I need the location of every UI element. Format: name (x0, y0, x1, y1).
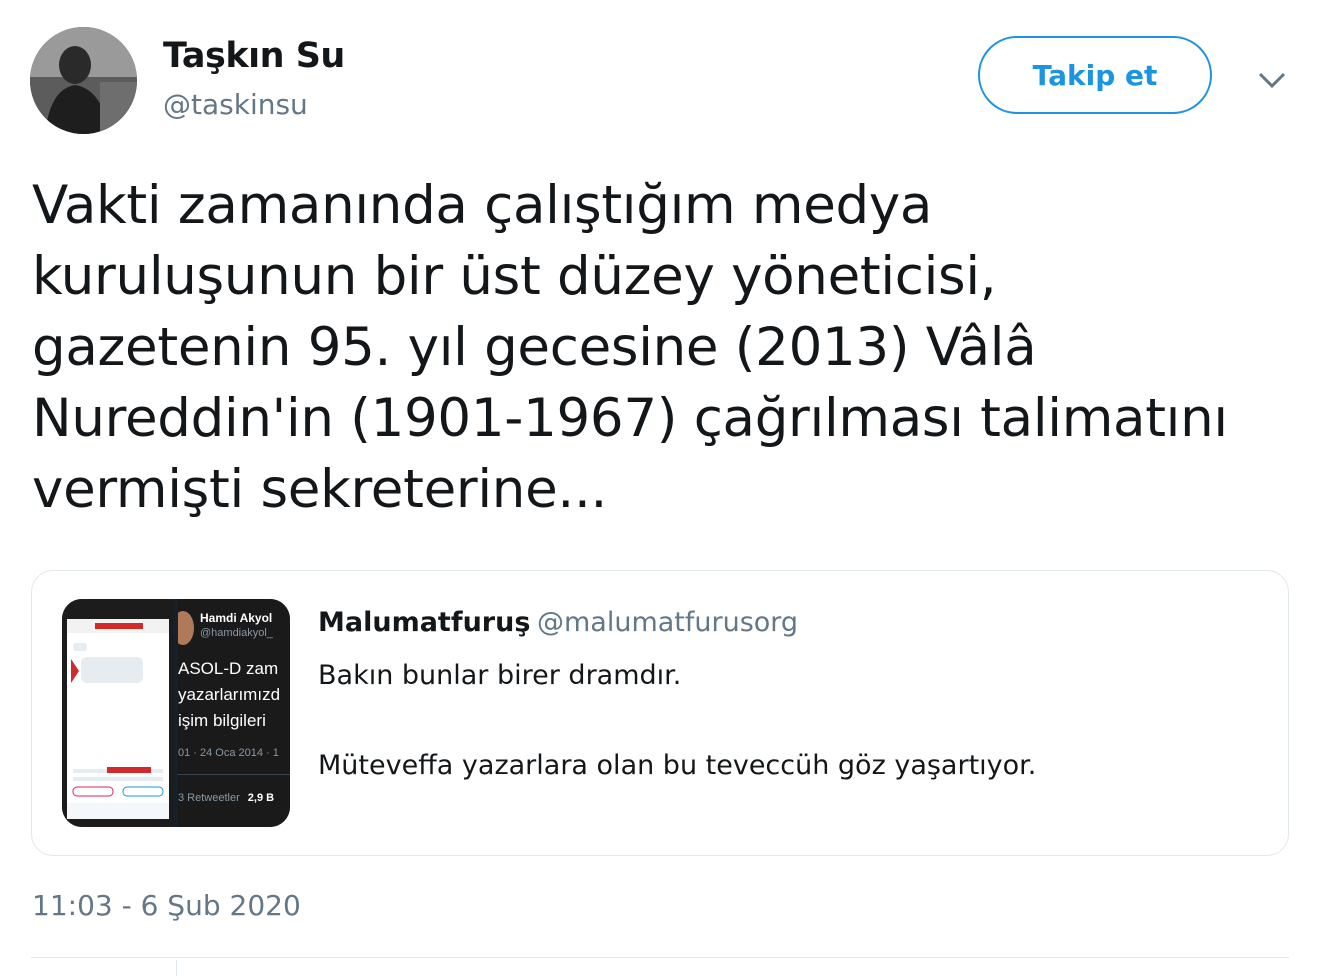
tweet-text-line: vermişti sekreterine... (32, 459, 608, 520)
avatar (178, 611, 194, 645)
media-text-line: yazarlarımızd (178, 685, 281, 704)
author-avatar[interactable] (30, 27, 137, 134)
phone-screenshot (67, 619, 169, 819)
media-text-line: işim bilgileri (178, 711, 266, 730)
chevron-down-icon[interactable] (1256, 68, 1288, 92)
media-meta: 01 · 24 Oca 2014 · 1 (178, 747, 279, 759)
tweet-text-line: kuruluşunun bir üst düzey yöneticisi, (32, 246, 997, 307)
quoted-text-paragraph: Bakın bunlar birer dramdır. (318, 660, 682, 691)
quoted-tweet-card[interactable]: Hamdi Akyol @hamdiakyol_ ASOL-D zam yaza… (31, 570, 1289, 856)
divider (31, 957, 1289, 958)
tweet-text: Vakti zamanında çalıştığım medya kuruluş… (32, 170, 1297, 525)
media-stats: 3 Retweetler 2,9 B (178, 792, 274, 804)
author-handle[interactable]: @taskinsu (163, 88, 308, 121)
quoted-text-paragraph: Müteveffa yazarlara olan bu teveccüh göz… (318, 750, 1037, 781)
media-screenshot-tweet: Hamdi Akyol @hamdiakyol_ ASOL-D zam yaza… (178, 599, 290, 827)
tweet-text-line: gazetenin 95. yıl gecesine (2013) Vâlâ (32, 317, 1037, 378)
divider (176, 960, 177, 976)
follow-button[interactable]: Takip et (978, 36, 1212, 114)
quoted-author-handle: @malumatfurusorg (537, 607, 799, 638)
tweet-text-line: Nureddin'in (1901-1967) çağrılması talim… (32, 388, 1228, 449)
tweet-text-line: Vakti zamanında çalıştığım medya (32, 175, 933, 236)
quoted-tweet-media[interactable]: Hamdi Akyol @hamdiakyol_ ASOL-D zam yaza… (62, 599, 290, 827)
media-author-handle: @hamdiakyol_ (200, 627, 273, 639)
media-stats-value: 2,9 B (247, 792, 275, 804)
media-author-name: Hamdi Akyol (200, 611, 273, 625)
person-silhouette-icon (30, 27, 137, 134)
media-screenshot-phone (62, 599, 174, 827)
media-divider (178, 774, 290, 775)
quoted-author-name: Malumatfuruş (318, 607, 531, 638)
quoted-tweet-text: Bakın bunlar birer dramdır. Müteveffa ya… (318, 653, 1036, 788)
media-stats-label: 3 Retweetler (178, 792, 240, 804)
chat-screenshot-icon (67, 619, 169, 819)
tweet-timestamp[interactable]: 11:03 - 6 Şub 2020 (32, 889, 301, 922)
author-name[interactable]: Taşkın Su (163, 36, 345, 76)
media-text-line: ASOL-D zam (178, 659, 279, 678)
